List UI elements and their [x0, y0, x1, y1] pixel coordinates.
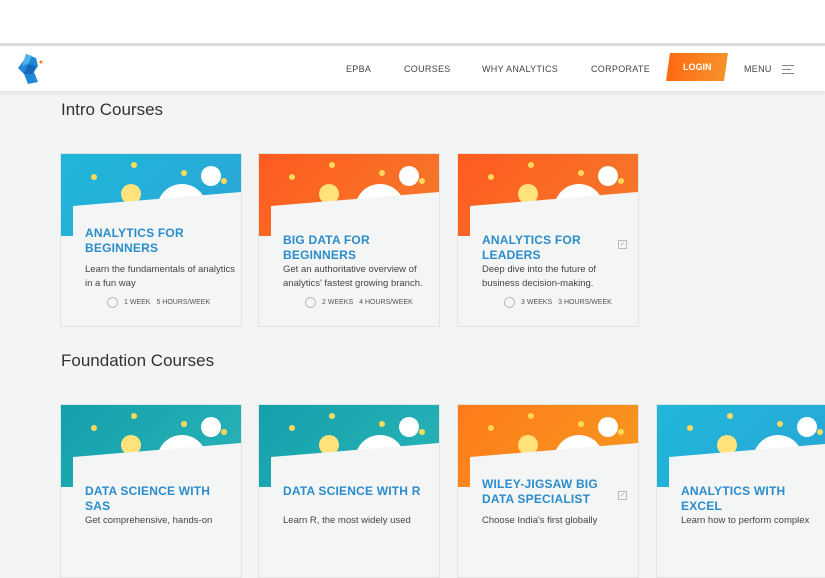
- login-button[interactable]: LOGIN: [666, 53, 728, 81]
- course-description: Learn the fundamentals of analytics in a…: [85, 264, 235, 289]
- hamburger-icon[interactable]: [782, 65, 794, 74]
- course-meta: 2 WEEKS 4 HOURS/WEEK: [305, 297, 413, 308]
- course-hours: 4 HOURS/WEEK: [359, 299, 413, 306]
- logo-icon[interactable]: [14, 52, 46, 86]
- course-description: Deep dive into the future of business de…: [482, 264, 597, 289]
- course-description: Learn R, the most widely used: [283, 515, 411, 526]
- course-description: Get comprehensive, hands-on: [85, 515, 213, 526]
- login-label: LOGIN: [682, 62, 712, 72]
- course-card[interactable]: ANALYTICS FOR BEGINNERS Learn the fundam…: [60, 153, 242, 327]
- course-title[interactable]: ANALYTICS FOR BEGINNERS: [85, 226, 225, 256]
- course-title[interactable]: WILEY-JIGSAW BIG DATA SPECIALIST: [482, 477, 622, 507]
- course-card[interactable]: WILEY-JIGSAW BIG DATA SPECIALIST Choose …: [457, 404, 639, 578]
- card-panel: [271, 443, 439, 577]
- course-card[interactable]: ANALYTICS WITH EXCEL Learn how to perfor…: [656, 404, 825, 578]
- nav-why-analytics[interactable]: WHY ANALYTICS: [482, 64, 558, 74]
- card-panel: [470, 443, 638, 577]
- clock-icon: [504, 297, 515, 308]
- course-duration: 1 WEEK: [124, 299, 151, 306]
- course-card[interactable]: DATA SCIENCE WITH SAS Get comprehensive,…: [60, 404, 242, 578]
- course-meta: 1 WEEK 5 HOURS/WEEK: [107, 297, 210, 308]
- section-title-foundation: Foundation Courses: [61, 351, 215, 370]
- nav-courses[interactable]: COURSES: [404, 64, 451, 74]
- compare-checkbox[interactable]: ✓: [618, 491, 627, 500]
- course-description: Learn how to perform complex: [681, 515, 810, 526]
- course-duration: 3 WEEKS: [521, 299, 553, 306]
- clock-icon: [305, 297, 316, 308]
- course-duration: 2 WEEKS: [322, 299, 354, 306]
- nav-corporate[interactable]: CORPORATE: [591, 64, 650, 74]
- course-title[interactable]: ANALYTICS WITH EXCEL: [681, 484, 821, 514]
- course-title[interactable]: ANALYTICS FOR LEADERS: [482, 233, 622, 263]
- navbar: EPBA COURSES WHY ANALYTICS CORPORATE LOG…: [0, 46, 825, 91]
- clock-icon: [107, 297, 118, 308]
- course-title[interactable]: DATA SCIENCE WITH SAS: [85, 484, 225, 514]
- course-card[interactable]: DATA SCIENCE WITH R Learn R, the most wi…: [258, 404, 440, 578]
- section-title-intro: Intro Courses: [61, 100, 164, 119]
- course-card[interactable]: BIG DATA FOR BEGINNERS Get an authoritat…: [258, 153, 440, 327]
- course-hours: 5 HOURS/WEEK: [156, 299, 211, 306]
- nav-epba[interactable]: EPBA: [346, 64, 371, 74]
- course-meta: 3 WEEKS 3 HOURS/WEEK: [504, 297, 612, 308]
- browser-blank-area: [0, 0, 825, 43]
- compare-checkbox[interactable]: ✓: [618, 240, 627, 249]
- menu-button[interactable]: MENU: [744, 64, 772, 74]
- course-title[interactable]: DATA SCIENCE WITH R: [283, 484, 423, 499]
- course-description: Choose India's first globally: [482, 515, 598, 526]
- course-description: Get an authoritative overview of analyti…: [283, 264, 423, 289]
- course-hours: 3 HOURS/WEEK: [558, 299, 612, 306]
- course-card[interactable]: ANALYTICS FOR LEADERS Deep dive into the…: [457, 153, 639, 327]
- course-title[interactable]: BIG DATA FOR BEGINNERS: [283, 233, 423, 263]
